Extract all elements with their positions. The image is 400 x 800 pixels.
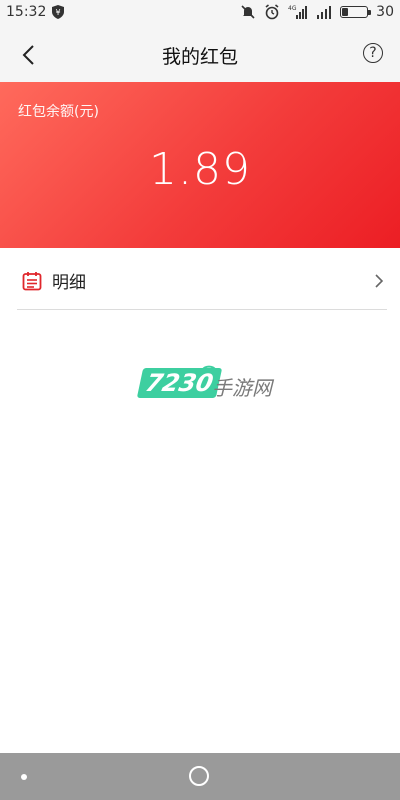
status-time: 15:32 [6,4,47,20]
mute-icon [241,5,255,19]
app-header: 我的红包 ? [0,26,400,82]
signal-4g-icon: 4G [288,5,308,19]
signal-icon [317,6,332,19]
battery-icon [340,6,372,18]
alarm-icon [265,4,279,20]
status-bar-right: 4G 30 [240,4,394,20]
shield-icon: ¥ [52,5,65,19]
red-packet-balance-card: 红包余额(元) 1.89 [0,82,400,248]
balance-label: 红包余额(元) [18,104,99,120]
nav-dot-icon[interactable] [21,774,27,780]
watermark-text: 手游网 [212,376,272,400]
page-title: 我的红包 [161,46,238,68]
battery-level: 30 [376,4,394,20]
watermark-logo: 7230 手游网 [136,362,290,406]
calendar-icon [22,271,42,290]
balance-amount: 1.89 [149,144,251,195]
svg-text:¥: ¥ [56,8,61,17]
question-circle-icon[interactable]: ? [363,43,383,63]
status-bar-left: 15:32 ¥ [6,4,65,20]
system-nav-bar [0,753,400,800]
home-circle-icon[interactable] [189,766,209,786]
detail-label: 明细 [52,273,86,293]
network-type: 4G [288,5,297,12]
detail-row[interactable]: 明细 [17,252,387,310]
status-bar: 15:32 ¥ 4G 30 [0,0,400,26]
chevron-right-icon [375,274,384,288]
